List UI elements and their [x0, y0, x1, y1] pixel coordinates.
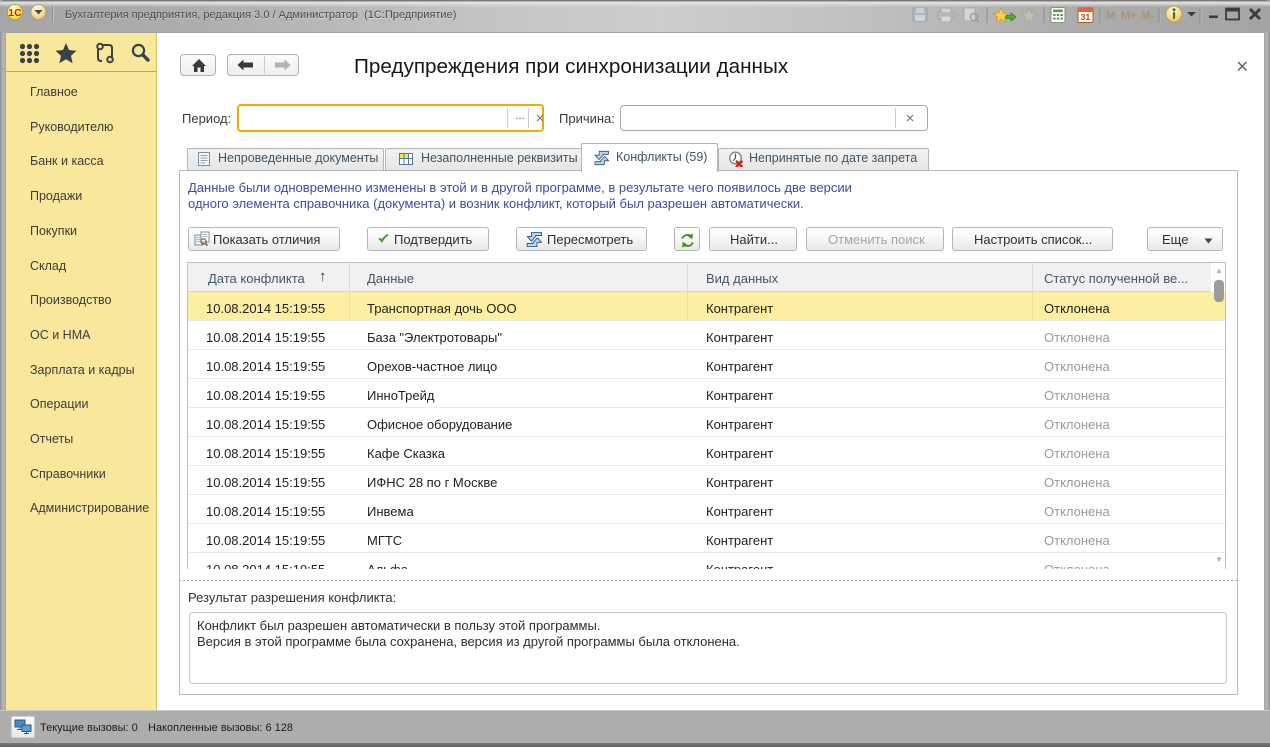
svg-text:M-: M- [1141, 10, 1154, 22]
svg-text:31: 31 [1081, 12, 1091, 22]
svg-text:1С: 1С [8, 7, 22, 19]
svg-text:M+: M+ [1121, 10, 1137, 22]
svg-text:M: M [1106, 10, 1115, 22]
